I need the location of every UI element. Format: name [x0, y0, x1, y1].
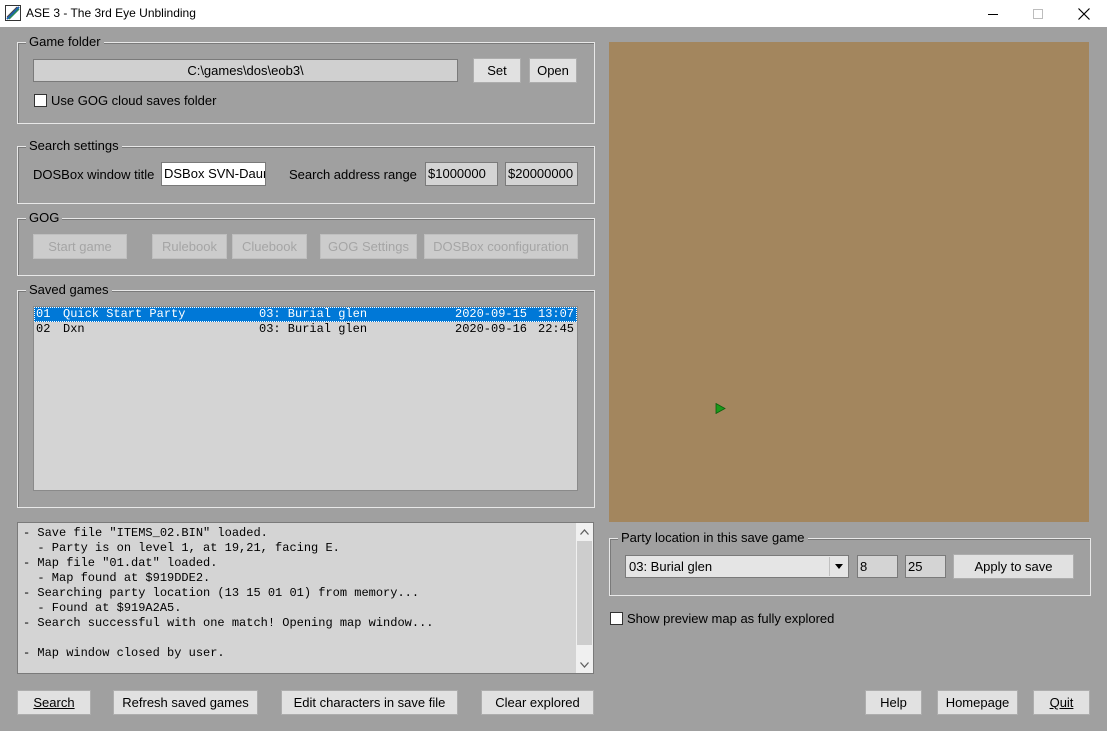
save-slot: 02	[36, 322, 51, 336]
log-line: - Map found at $919DDE2.	[23, 571, 211, 585]
save-date: 2020-09-16	[455, 322, 528, 336]
log-scrollbar[interactable]	[576, 523, 593, 673]
dosbox-config-button[interactable]: DOSBox coonfiguration	[424, 234, 578, 259]
app-icon	[5, 5, 21, 21]
search-button[interactable]: Search	[17, 690, 91, 715]
save-location: 03: Burial glen	[259, 307, 368, 321]
close-button[interactable]	[1061, 0, 1107, 27]
log-line: - Found at $919A2A5.	[23, 601, 182, 615]
log-line: - Search successful with one match! Open…	[23, 616, 434, 630]
start-game-button[interactable]: Start game	[33, 234, 127, 259]
scroll-up-arrow[interactable]	[576, 523, 593, 540]
log-line: - Save file "ITEMS_02.BIN" loaded.	[23, 526, 268, 540]
show-explored-checkbox[interactable]	[610, 612, 623, 625]
maximize-button[interactable]	[1015, 0, 1061, 27]
apply-to-save-button[interactable]: Apply to save	[953, 554, 1074, 579]
edit-characters-button[interactable]: Edit characters in save file	[281, 690, 458, 715]
quit-button[interactable]: Quit	[1033, 690, 1090, 715]
log-line: - Map file "01.dat" loaded.	[23, 556, 218, 570]
range-end-input[interactable]: $20000000	[505, 162, 578, 186]
gog-cloud-checkbox[interactable]	[34, 94, 47, 107]
game-folder-group-title: Game folder	[26, 34, 104, 50]
search-settings-group-title: Search settings	[26, 138, 122, 154]
rulebook-button[interactable]: Rulebook	[152, 234, 227, 259]
game-folder-path-field[interactable]: C:\games\dos\eob3\	[33, 59, 458, 82]
scroll-down-arrow[interactable]	[576, 656, 593, 673]
minimize-button[interactable]	[970, 0, 1016, 27]
search-range-label: Search address range	[289, 167, 417, 182]
save-time: 22:45	[538, 322, 575, 336]
range-start-input[interactable]: $1000000	[425, 162, 498, 186]
open-folder-button[interactable]: Open	[529, 58, 577, 83]
homepage-button[interactable]: Homepage	[937, 690, 1018, 715]
log-output[interactable]: - Save file "ITEMS_02.BIN" loaded. - Par…	[17, 522, 594, 674]
party-y-input[interactable]: 25	[905, 555, 946, 578]
scroll-thumb[interactable]	[577, 541, 592, 645]
maximize-icon	[1033, 8, 1043, 19]
chevron-up-icon	[580, 528, 589, 535]
saved-game-row[interactable]: 02 Dxn 03: Burial glen 2020-09-16 22:45	[34, 322, 577, 337]
title-bar[interactable]: ASE 3 - The 3rd Eye Unblinding	[0, 0, 1107, 27]
dosbox-title-label: DOSBox window title	[33, 167, 155, 182]
save-date: 2020-09-15	[455, 307, 528, 321]
window-title: ASE 3 - The 3rd Eye Unblinding	[26, 6, 196, 20]
gog-cloud-label: Use GOG cloud saves folder	[51, 93, 217, 108]
search-button-label: Search	[33, 695, 75, 710]
dosbox-title-input[interactable]: DSBox SVN-Daum	[161, 162, 266, 186]
save-location: 03: Burial glen	[259, 322, 368, 336]
game-folder-group: Game folder	[17, 34, 595, 124]
refresh-saved-games-button[interactable]: Refresh saved games	[113, 690, 258, 715]
help-button[interactable]: Help	[865, 690, 922, 715]
set-folder-button[interactable]: Set	[473, 58, 521, 83]
party-location-group-title: Party location in this save game	[618, 530, 808, 546]
quit-button-label: Quit	[1049, 695, 1074, 710]
chevron-down-icon	[580, 661, 589, 668]
close-icon	[1078, 7, 1090, 20]
level-select[interactable]: 03: Burial glen	[625, 555, 849, 578]
saved-games-list[interactable]: 01 Quick Start Party 03: Burial glen 202…	[33, 306, 578, 491]
save-name: Dxn	[63, 322, 85, 336]
save-time: 13:07	[538, 307, 575, 321]
level-select-value: 03: Burial glen	[629, 559, 713, 574]
party-marker-icon	[715, 403, 726, 414]
select-arrow[interactable]	[829, 557, 847, 576]
gog-group-title: GOG	[26, 210, 63, 226]
party-x-input[interactable]: 8	[857, 555, 898, 578]
log-line: - Party is on level 1, at 19,21, facing …	[23, 541, 340, 555]
cluebook-button[interactable]: Cluebook	[232, 234, 307, 259]
clear-explored-button[interactable]: Clear explored	[481, 690, 594, 715]
dropdown-arrow-icon	[834, 564, 843, 569]
show-explored-label: Show preview map as fully explored	[627, 611, 835, 626]
log-line: - Map window closed by user.	[23, 646, 225, 660]
saved-games-group-title: Saved games	[26, 282, 112, 298]
saved-game-row[interactable]: 01 Quick Start Party 03: Burial glen 202…	[34, 307, 577, 322]
gog-settings-button[interactable]: GOG Settings	[320, 234, 417, 259]
save-name: Quick Start Party	[63, 307, 186, 321]
minimize-icon	[988, 13, 998, 15]
save-slot: 01	[36, 307, 51, 321]
log-line: - Searching party location (13 15 01 01)…	[23, 586, 420, 600]
map-preview[interactable]	[609, 42, 1089, 522]
